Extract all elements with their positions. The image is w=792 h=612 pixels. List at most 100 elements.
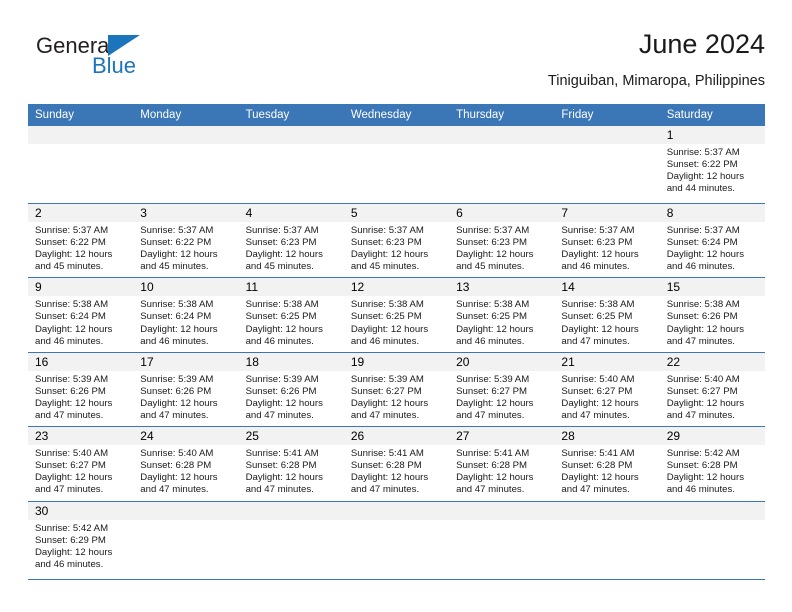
calendar-day-cell[interactable]: 7 Sunrise: 5:37 AM Sunset: 6:23 PM Daylight… bbox=[554, 204, 660, 278]
calendar-day-cell-empty bbox=[554, 126, 660, 203]
sunrise-text: Sunrise: 5:41 AM bbox=[561, 448, 635, 460]
calendar-day-cell[interactable]: 2 Sunrise: 5:37 AM Sunset: 6:22 PM Daylight… bbox=[28, 204, 134, 278]
day-sun-info: Sunrise: 5:41 AM Sunset: 6:28 PM Daylight:… bbox=[449, 445, 554, 500]
calendar-day-cell[interactable]: 3 Sunrise: 5:37 AM Sunset: 6:22 PM Daylight… bbox=[133, 204, 239, 278]
calendar-day-cell[interactable]: 4 Sunrise: 5:37 AM Sunset: 6:23 PM Daylight… bbox=[238, 204, 344, 278]
day-sun-info: Sunrise: 5:37 AM Sunset: 6:23 PM Daylight:… bbox=[344, 222, 449, 277]
day-sun-info: Sunrise: 5:41 AM Sunset: 6:28 PM Daylight:… bbox=[344, 445, 449, 500]
daylight-text: Daylight: 12 hours and 46 minutes. bbox=[35, 546, 113, 570]
daylight-text: Daylight: 12 hours and 47 minutes. bbox=[245, 397, 323, 422]
calendar-day-cell[interactable]: 14 Sunrise: 5:38 AM Sunset: 6:25 PM Dayligh… bbox=[554, 278, 660, 352]
sunset-text: Sunset: 6:28 PM bbox=[666, 460, 738, 472]
calendar-day-cell[interactable]: 21 Sunrise: 5:40 AM Sunset: 6:27 PM Dayligh… bbox=[554, 352, 660, 427]
day-sun-info: Sunrise: 5:38 AM Sunset: 6:25 PM Daylight:… bbox=[554, 296, 659, 351]
day-number: 20 bbox=[449, 352, 555, 371]
calendar-day-cell-empty bbox=[659, 501, 765, 579]
weekday-header-monday: Monday bbox=[140, 109, 182, 121]
calendar-day-cell[interactable]: 19 Sunrise: 5:39 AM Sunset: 6:27 PM Dayligh… bbox=[343, 352, 450, 427]
day-sun-info: Sunrise: 5:38 AM Sunset: 6:25 PM Daylight:… bbox=[239, 296, 344, 351]
day-number: 27 bbox=[449, 427, 555, 446]
calendar-day-cell[interactable]: 26 Sunrise: 5:41 AM Sunset: 6:28 PM Dayligh… bbox=[343, 427, 450, 501]
calendar-day-cell[interactable]: 29 Sunrise: 5:42 AM Sunset: 6:28 PM Dayligh… bbox=[659, 427, 765, 501]
day-number: 9 bbox=[28, 278, 134, 297]
day-sun-info bbox=[133, 144, 238, 203]
day-number bbox=[133, 501, 239, 520]
day-sun-info: Sunrise: 5:37 AM Sunset: 6:22 PM Daylight:… bbox=[133, 222, 238, 277]
calendar-day-cell[interactable]: 15 Sunrise: 5:38 AM Sunset: 6:26 PM Dayligh… bbox=[659, 278, 765, 352]
calendar-day-cell[interactable]: 13 Sunrise: 5:38 AM Sunset: 6:25 PM Dayligh… bbox=[449, 278, 555, 352]
sunset-text: Sunset: 6:28 PM bbox=[245, 460, 317, 472]
generalblue-logo[interactable]: General Blue bbox=[36, 34, 236, 90]
day-number bbox=[133, 126, 239, 144]
day-number: 13 bbox=[449, 278, 555, 297]
day-sun-info: Sunrise: 5:38 AM Sunset: 6:24 PM Daylight:… bbox=[133, 296, 238, 351]
day-number: 11 bbox=[238, 278, 344, 297]
sunset-text: Sunset: 6:27 PM bbox=[561, 385, 633, 397]
daylight-text: Daylight: 12 hours and 47 minutes. bbox=[561, 323, 639, 347]
day-sun-info: Sunrise: 5:38 AM Sunset: 6:25 PM Daylight:… bbox=[449, 296, 554, 351]
day-number: 5 bbox=[343, 204, 450, 222]
daylight-text: Daylight: 12 hours and 46 minutes. bbox=[35, 323, 113, 347]
day-sun-info: Sunrise: 5:39 AM Sunset: 6:26 PM Daylight:… bbox=[133, 371, 238, 426]
sunrise-text: Sunrise: 5:40 AM bbox=[666, 373, 740, 385]
calendar-day-cell[interactable]: 24 Sunrise: 5:40 AM Sunset: 6:28 PM Dayligh… bbox=[133, 427, 239, 501]
daylight-text: Daylight: 12 hours and 46 minutes. bbox=[666, 472, 745, 496]
calendar-day-cell[interactable]: 5 Sunrise: 5:37 AM Sunset: 6:23 PM Daylight… bbox=[343, 204, 450, 278]
day-number: 4 bbox=[238, 204, 344, 222]
sunrise-text: Sunrise: 5:38 AM bbox=[456, 299, 530, 311]
page-subtitle: Tiniguiban, Mimaropa, Philippines bbox=[547, 73, 765, 89]
day-sun-info: Sunrise: 5:37 AM Sunset: 6:22 PM Daylight:… bbox=[28, 222, 133, 277]
day-number: 6 bbox=[449, 204, 555, 222]
calendar-weeks: 1 Sunrise: 5:37 AM Sunset: 6:22 PM Daylight… bbox=[28, 126, 765, 580]
sunset-text: Sunset: 6:23 PM bbox=[245, 237, 317, 249]
calendar-day-cell[interactable]: 18 Sunrise: 5:39 AM Sunset: 6:26 PM Dayligh… bbox=[238, 352, 344, 427]
daylight-text: Daylight: 12 hours and 47 minutes. bbox=[35, 472, 113, 496]
weekday-header-sunday: Sunday bbox=[35, 109, 75, 121]
day-sun-info: Sunrise: 5:38 AM Sunset: 6:25 PM Daylight:… bbox=[344, 296, 449, 351]
calendar-day-cell[interactable]: 27 Sunrise: 5:41 AM Sunset: 6:28 PM Dayligh… bbox=[449, 427, 555, 501]
weekday-header-wednesday: Wednesday bbox=[350, 109, 412, 121]
weekday-header-row: Sunday Monday Tuesday Wednesday Thursday Frid… bbox=[28, 104, 765, 126]
sunset-text: Sunset: 6:26 PM bbox=[140, 385, 212, 397]
calendar-day-cell[interactable]: 6 Sunrise: 5:37 AM Sunset: 6:23 PM Daylight… bbox=[449, 204, 555, 278]
sunset-text: Sunset: 6:27 PM bbox=[456, 385, 528, 397]
calendar-day-cell[interactable]: 20 Sunrise: 5:39 AM Sunset: 6:27 PM Dayligh… bbox=[449, 352, 555, 427]
calendar-day-cell[interactable]: 30 Sunrise: 5:42 AM Sunset: 6:29 PM Dayligh… bbox=[28, 501, 134, 579]
sunset-text: Sunset: 6:23 PM bbox=[350, 237, 422, 249]
calendar-day-cell[interactable]: 23 Sunrise: 5:40 AM Sunset: 6:27 PM Dayligh… bbox=[28, 427, 134, 501]
sunset-text: Sunset: 6:23 PM bbox=[456, 237, 528, 249]
calendar-day-cell[interactable]: 17 Sunrise: 5:39 AM Sunset: 6:26 PM Dayligh… bbox=[133, 352, 239, 427]
sunset-text: Sunset: 6:22 PM bbox=[140, 237, 212, 249]
calendar-day-cell[interactable]: 16 Sunrise: 5:39 AM Sunset: 6:26 PM Dayligh… bbox=[28, 352, 134, 427]
calendar-day-cell[interactable]: 8 Sunrise: 5:37 AM Sunset: 6:24 PM Daylight… bbox=[659, 204, 765, 278]
calendar-day-cell[interactable]: 11 Sunrise: 5:38 AM Sunset: 6:25 PM Dayligh… bbox=[238, 278, 344, 352]
daylight-text: Daylight: 12 hours and 47 minutes. bbox=[350, 472, 429, 496]
day-number: 30 bbox=[28, 501, 134, 520]
calendar-day-cell[interactable]: 22 Sunrise: 5:40 AM Sunset: 6:27 PM Dayligh… bbox=[659, 352, 765, 427]
calendar-day-cell[interactable]: 9 Sunrise: 5:38 AM Sunset: 6:24 PM Daylight… bbox=[28, 278, 134, 352]
calendar-day-cell[interactable]: 28 Sunrise: 5:41 AM Sunset: 6:28 PM Dayligh… bbox=[554, 427, 660, 501]
calendar-day-cell-empty bbox=[28, 126, 134, 203]
sunset-text: Sunset: 6:26 PM bbox=[666, 311, 738, 323]
day-number: 8 bbox=[659, 204, 765, 222]
sunset-text: Sunset: 6:24 PM bbox=[666, 237, 738, 249]
day-number: 3 bbox=[133, 204, 239, 222]
day-number bbox=[554, 501, 660, 520]
sunset-text: Sunset: 6:26 PM bbox=[245, 385, 317, 397]
daylight-text: Daylight: 12 hours and 47 minutes. bbox=[666, 397, 745, 422]
sunrise-text: Sunrise: 5:39 AM bbox=[456, 373, 530, 385]
daylight-text: Daylight: 12 hours and 45 minutes. bbox=[35, 249, 113, 273]
day-sun-info: Sunrise: 5:40 AM Sunset: 6:27 PM Daylight:… bbox=[660, 371, 765, 426]
calendar-day-cell[interactable]: 12 Sunrise: 5:38 AM Sunset: 6:25 PM Dayligh… bbox=[343, 278, 450, 352]
calendar-day-cell[interactable]: 1 Sunrise: 5:37 AM Sunset: 6:22 PM Daylight… bbox=[659, 126, 765, 203]
calendar-day-cell[interactable]: 10 Sunrise: 5:38 AM Sunset: 6:24 PM Dayligh… bbox=[133, 278, 239, 352]
day-sun-info: Sunrise: 5:40 AM Sunset: 6:27 PM Daylight:… bbox=[28, 445, 133, 500]
day-sun-info: Sunrise: 5:37 AM Sunset: 6:24 PM Daylight:… bbox=[660, 222, 765, 277]
day-sun-info bbox=[449, 520, 554, 579]
calendar-day-cell[interactable]: 25 Sunrise: 5:41 AM Sunset: 6:28 PM Dayligh… bbox=[238, 427, 344, 501]
daylight-text: Daylight: 12 hours and 46 minutes. bbox=[666, 249, 745, 273]
sunrise-text: Sunrise: 5:38 AM bbox=[666, 299, 740, 311]
calendar-day-cell-empty bbox=[238, 501, 344, 579]
daylight-text: Daylight: 12 hours and 47 minutes. bbox=[666, 323, 745, 347]
daylight-text: Daylight: 12 hours and 46 minutes. bbox=[350, 323, 429, 347]
